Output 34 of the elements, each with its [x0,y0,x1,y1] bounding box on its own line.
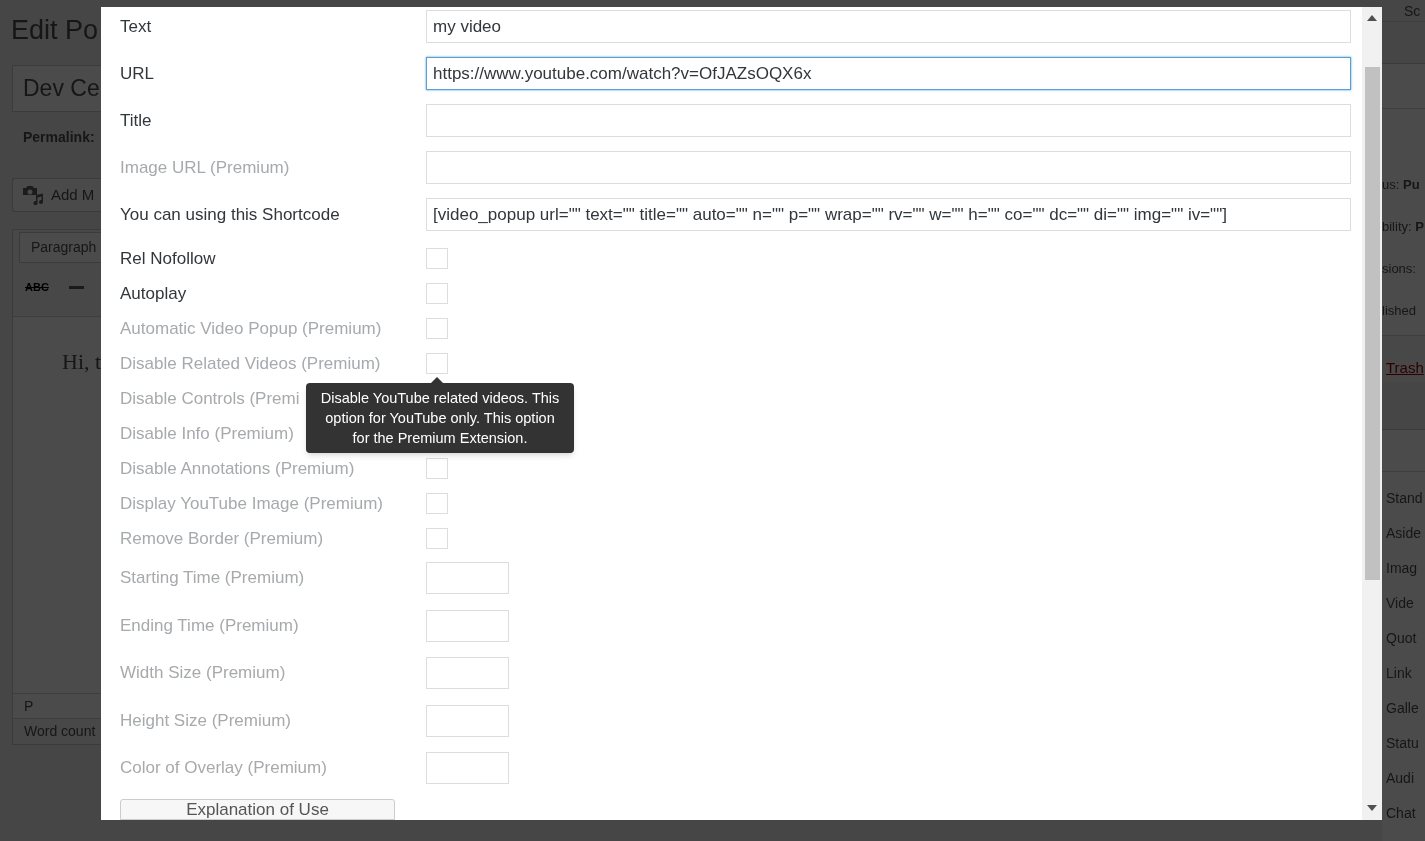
field-label: Title [120,109,152,132]
field-label: Disable Info (Premium) [120,422,294,445]
text-field[interactable]: https://www.youtube.com/watch?v=OfJAZsOQX6x [426,57,1351,90]
trash-link[interactable]: Trash [1386,358,1424,377]
field-label: Width Size (Premium) [120,662,286,684]
checkbox[interactable] [426,283,448,304]
field-label: Image URL (Premium) [120,156,290,179]
tooltip: Disable YouTube related videos. This option for YouTube only. This option for the Premium Extension. [306,377,574,453]
explanation-button[interactable]: Explanation of Use [120,799,395,820]
camera-note-icon [22,185,43,205]
field-label: Disable Annotations (Premium) [120,457,355,480]
field-label: Disable Controls (Premi [120,387,300,410]
scroll-up-icon[interactable] [1367,15,1377,21]
field-label: Color of Overlay (Premium) [120,757,327,779]
field-label: Text [120,15,152,38]
field-label: You can using this Shortcode [120,203,340,226]
field-label: Height Size (Premium) [120,709,291,732]
scrollbar[interactable] [1362,7,1382,820]
text-field[interactable]: my video [426,10,1351,43]
field-label: Autoplay [120,282,187,305]
strikethrough-button[interactable]: ABC [25,281,49,293]
text-field[interactable] [426,104,1351,137]
field-label: Disable Related Videos (Premium) [120,352,381,375]
text-field[interactable]: [video_popup url="" text="" title="" auto="" n="" p="" wrap="" rv="" w="" h="" co="" dc="" di="" img="" iv=""] [426,198,1351,231]
field-label: Ending Time (Premium) [120,614,299,637]
field-label: Display YouTube Image (Premium) [120,492,383,515]
scroll-down-icon[interactable] [1367,805,1377,811]
field-label: Rel Nofollow [120,247,216,270]
field-label: URL [120,62,154,85]
checkbox[interactable] [426,248,448,269]
field-label: Remove Border (Premium) [120,527,324,550]
scroll-thumb[interactable] [1364,67,1380,580]
field-label: Automatic Video Popup (Premium) [120,317,382,340]
field-label: Starting Time (Premium) [120,567,305,589]
